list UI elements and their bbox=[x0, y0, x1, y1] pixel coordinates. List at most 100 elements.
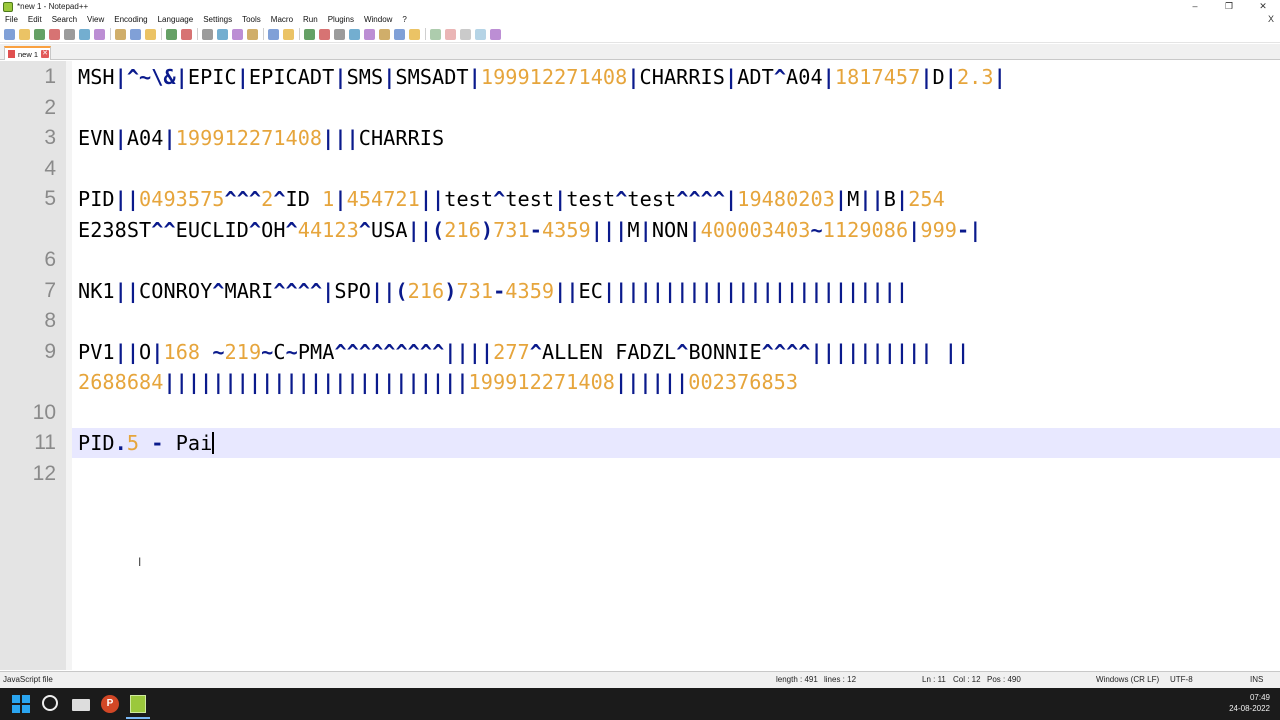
status-eol[interactable]: Windows (CR LF) bbox=[1096, 675, 1159, 684]
operator-token: || bbox=[859, 187, 884, 211]
menu-language[interactable]: Language bbox=[153, 15, 199, 24]
text-token: ID bbox=[285, 187, 323, 211]
text-token: Pai bbox=[163, 431, 213, 455]
code-line[interactable]: 2688684|||||||||||||||||||||||||19991227… bbox=[78, 367, 798, 397]
menu-file[interactable]: File bbox=[0, 15, 23, 24]
menu-macro[interactable]: Macro bbox=[266, 15, 298, 24]
word-wrap-icon[interactable] bbox=[304, 28, 315, 40]
close-window-button[interactable]: ✕ bbox=[1246, 0, 1280, 13]
code-line[interactable]: PV1||O|168 ~219~C~PMA^^^^^^^^^||||277^AL… bbox=[78, 337, 969, 367]
replace-icon[interactable] bbox=[217, 28, 228, 40]
menu-window[interactable]: Window bbox=[359, 15, 397, 24]
search-icon[interactable] bbox=[42, 695, 58, 711]
file-explorer-icon[interactable] bbox=[72, 699, 90, 711]
find-icon[interactable] bbox=[202, 28, 213, 40]
function-list-icon[interactable] bbox=[379, 28, 390, 40]
text-token: EPICADT bbox=[248, 65, 335, 89]
text-token: CHARRIS bbox=[639, 65, 725, 89]
menu-tools[interactable]: Tools bbox=[237, 15, 266, 24]
status-insert-mode[interactable]: INS bbox=[1250, 675, 1263, 684]
line-number: 3 bbox=[44, 126, 56, 149]
sync-h-icon[interactable] bbox=[283, 28, 294, 40]
operator-token: ||| bbox=[590, 217, 628, 242]
operator-token: ^ bbox=[615, 187, 628, 211]
udl-icon[interactable] bbox=[349, 28, 360, 40]
run-macro-multiple-icon[interactable] bbox=[475, 28, 486, 40]
code-line[interactable]: PID.5 - Pai bbox=[78, 428, 215, 458]
operator-token: || bbox=[554, 278, 579, 303]
text-token: PV1 bbox=[78, 339, 115, 364]
code-line[interactable]: E238ST^^EUCLID^OH^44123^USA||(216)731-43… bbox=[78, 215, 981, 245]
text-token: MARI bbox=[224, 278, 274, 303]
menu-encoding[interactable]: Encoding bbox=[109, 15, 152, 24]
notepadpp-taskbar-icon[interactable] bbox=[130, 695, 146, 713]
windows-start-icon[interactable] bbox=[12, 695, 30, 713]
line-number bbox=[0, 215, 56, 245]
status-encoding[interactable]: UTF-8 bbox=[1170, 675, 1193, 684]
tab-new-1[interactable]: new 1 ✕ bbox=[4, 46, 51, 60]
redo-icon[interactable] bbox=[181, 28, 192, 40]
code-line[interactable]: NK1||CONROY^MARI^^^^|SPO||(216)731-4359|… bbox=[78, 276, 908, 306]
code-line[interactable]: MSH|^~\&|EPIC|EPICADT|SMS|SMSADT|1999122… bbox=[78, 62, 1006, 92]
toolbar-separator bbox=[161, 28, 162, 40]
all-chars-icon[interactable] bbox=[319, 28, 330, 40]
text-token: O bbox=[139, 339, 152, 364]
minimize-button[interactable]: – bbox=[1178, 0, 1212, 13]
operator-token: -| bbox=[957, 217, 982, 242]
clock-time: 07:49 bbox=[1249, 693, 1270, 702]
zoom-in-icon[interactable] bbox=[232, 28, 243, 40]
menu-edit[interactable]: Edit bbox=[23, 15, 47, 24]
operator-token: | bbox=[627, 65, 640, 89]
save-icon[interactable] bbox=[34, 28, 45, 40]
monitoring-icon[interactable] bbox=[409, 28, 420, 40]
undo-icon[interactable] bbox=[166, 28, 177, 40]
menu-run[interactable]: Run bbox=[298, 15, 323, 24]
menu-search[interactable]: Search bbox=[47, 15, 82, 24]
save-all-icon[interactable] bbox=[49, 28, 60, 40]
record-macro-icon[interactable] bbox=[430, 28, 441, 40]
sync-v-icon[interactable] bbox=[268, 28, 279, 40]
play-macro-icon[interactable] bbox=[460, 28, 471, 40]
powerpoint-icon[interactable]: P bbox=[101, 695, 119, 713]
line-number: 11 bbox=[34, 431, 56, 454]
text-token: MSH bbox=[78, 65, 115, 89]
menu-help[interactable]: ? bbox=[397, 15, 411, 24]
editor[interactable]: MSH|^~\&|EPIC|EPICADT|SMS|SMSADT|1999122… bbox=[0, 61, 1280, 670]
stop-record-icon[interactable] bbox=[445, 28, 456, 40]
close-all-icon[interactable] bbox=[79, 28, 90, 40]
code-line[interactable]: PID||0493575^^^2^ID 1|454721||test^test|… bbox=[78, 184, 945, 214]
close-icon[interactable] bbox=[64, 28, 75, 40]
folder-workspace-icon[interactable] bbox=[394, 28, 405, 40]
menu-settings[interactable]: Settings bbox=[198, 15, 237, 24]
new-file-icon[interactable] bbox=[4, 28, 15, 40]
number-token: 2688684 bbox=[78, 370, 164, 394]
copy-icon[interactable] bbox=[130, 28, 141, 40]
number-token: 1817457 bbox=[834, 65, 921, 89]
operator-token: - bbox=[151, 431, 164, 455]
paste-icon[interactable] bbox=[145, 28, 156, 40]
save-macro-icon[interactable] bbox=[490, 28, 501, 40]
text-token: A04 bbox=[126, 126, 164, 150]
text-token: B bbox=[883, 187, 896, 211]
cut-icon[interactable] bbox=[115, 28, 126, 40]
text-token: EUCLID bbox=[175, 217, 249, 242]
operator-token: ) bbox=[480, 217, 494, 242]
number-token: 731 bbox=[456, 278, 494, 303]
restore-button[interactable]: ❐ bbox=[1212, 0, 1246, 13]
print-icon[interactable] bbox=[94, 28, 105, 40]
menu-plugins[interactable]: Plugins bbox=[323, 15, 359, 24]
system-clock[interactable]: 07:49 24-08-2022 bbox=[1229, 692, 1270, 714]
open-file-icon[interactable] bbox=[19, 28, 30, 40]
operator-token: | bbox=[822, 65, 835, 89]
zoom-out-icon[interactable] bbox=[247, 28, 258, 40]
operator-token: ) bbox=[444, 278, 457, 303]
doc-map-icon[interactable] bbox=[364, 28, 375, 40]
code-line[interactable]: EVN|A04|199912271408|||CHARRIS bbox=[78, 123, 444, 153]
text-area[interactable]: MSH|^~\&|EPIC|EPICADT|SMS|SMSADT|1999122… bbox=[72, 61, 1280, 670]
close-document-button[interactable]: X bbox=[1268, 13, 1274, 26]
tab-close-icon[interactable]: ✕ bbox=[41, 50, 50, 58]
indent-guide-icon[interactable] bbox=[334, 28, 345, 40]
text-token: test bbox=[505, 187, 555, 211]
menu-view[interactable]: View bbox=[82, 15, 109, 24]
